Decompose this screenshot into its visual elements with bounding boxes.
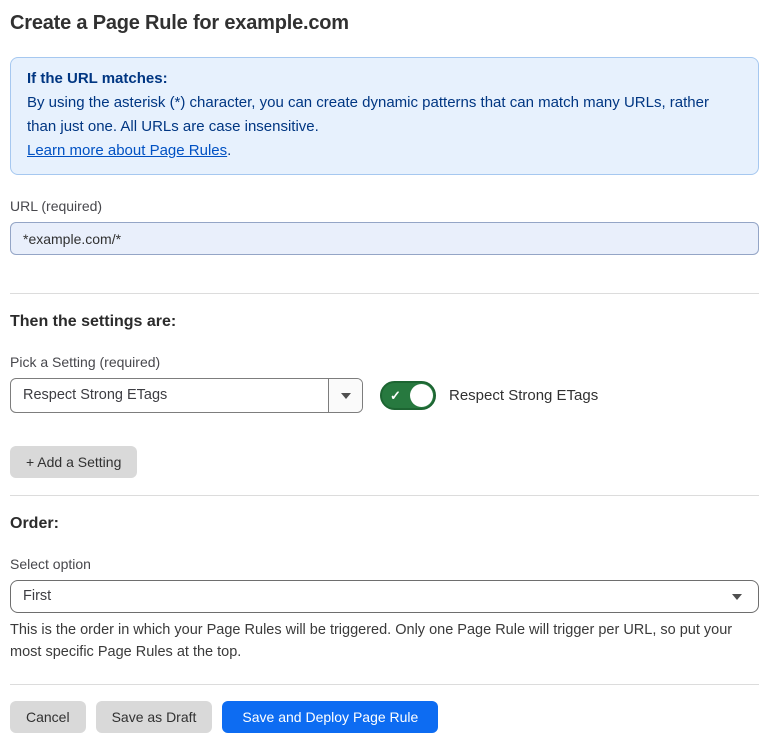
order-section-heading: Order: bbox=[10, 515, 759, 533]
setting-select-value: Respect Strong ETags bbox=[11, 379, 328, 412]
save-as-draft-button[interactable]: Save as Draft bbox=[96, 701, 213, 733]
setting-select-arrow-button[interactable] bbox=[328, 379, 362, 412]
order-select-value: First bbox=[11, 581, 758, 612]
order-select[interactable]: First bbox=[10, 580, 759, 613]
url-match-info-box: If the URL matches: By using the asteris… bbox=[10, 57, 759, 175]
settings-section-heading: Then the settings are: bbox=[10, 313, 759, 331]
info-box-body: By using the asterisk (*) character, you… bbox=[27, 91, 742, 139]
toggle-label: Respect Strong ETags bbox=[449, 387, 598, 404]
info-box-link-line: Learn more about Page Rules. bbox=[27, 139, 742, 163]
add-setting-button[interactable]: + Add a Setting bbox=[10, 446, 137, 478]
setting-select[interactable]: Respect Strong ETags bbox=[10, 378, 363, 413]
divider bbox=[10, 495, 759, 496]
chevron-down-icon bbox=[341, 393, 351, 399]
respect-strong-etags-toggle[interactable]: ✓ bbox=[380, 381, 436, 410]
url-label: URL (required) bbox=[10, 198, 759, 214]
cancel-button[interactable]: Cancel bbox=[10, 701, 86, 733]
info-box-heading: If the URL matches: bbox=[27, 67, 742, 91]
footer-actions: Cancel Save as Draft Save and Deploy Pag… bbox=[10, 701, 759, 733]
check-icon: ✓ bbox=[390, 387, 401, 404]
create-page-rule-form: Create a Page Rule for example.com If th… bbox=[0, 0, 769, 733]
chevron-down-icon bbox=[732, 594, 742, 600]
order-select-label: Select option bbox=[10, 556, 759, 572]
divider bbox=[10, 684, 759, 685]
page-title: Create a Page Rule for example.com bbox=[10, 12, 759, 35]
link-suffix: . bbox=[227, 142, 231, 159]
order-help-text: This is the order in which your Page Rul… bbox=[10, 619, 759, 663]
save-and-deploy-button[interactable]: Save and Deploy Page Rule bbox=[222, 701, 438, 733]
toggle-knob bbox=[410, 384, 433, 407]
pick-setting-label: Pick a Setting (required) bbox=[10, 354, 759, 370]
divider bbox=[10, 293, 759, 294]
learn-more-link[interactable]: Learn more about Page Rules bbox=[27, 142, 227, 159]
url-input[interactable] bbox=[10, 222, 759, 255]
setting-row: Respect Strong ETags ✓ Respect Strong ET… bbox=[10, 378, 759, 413]
